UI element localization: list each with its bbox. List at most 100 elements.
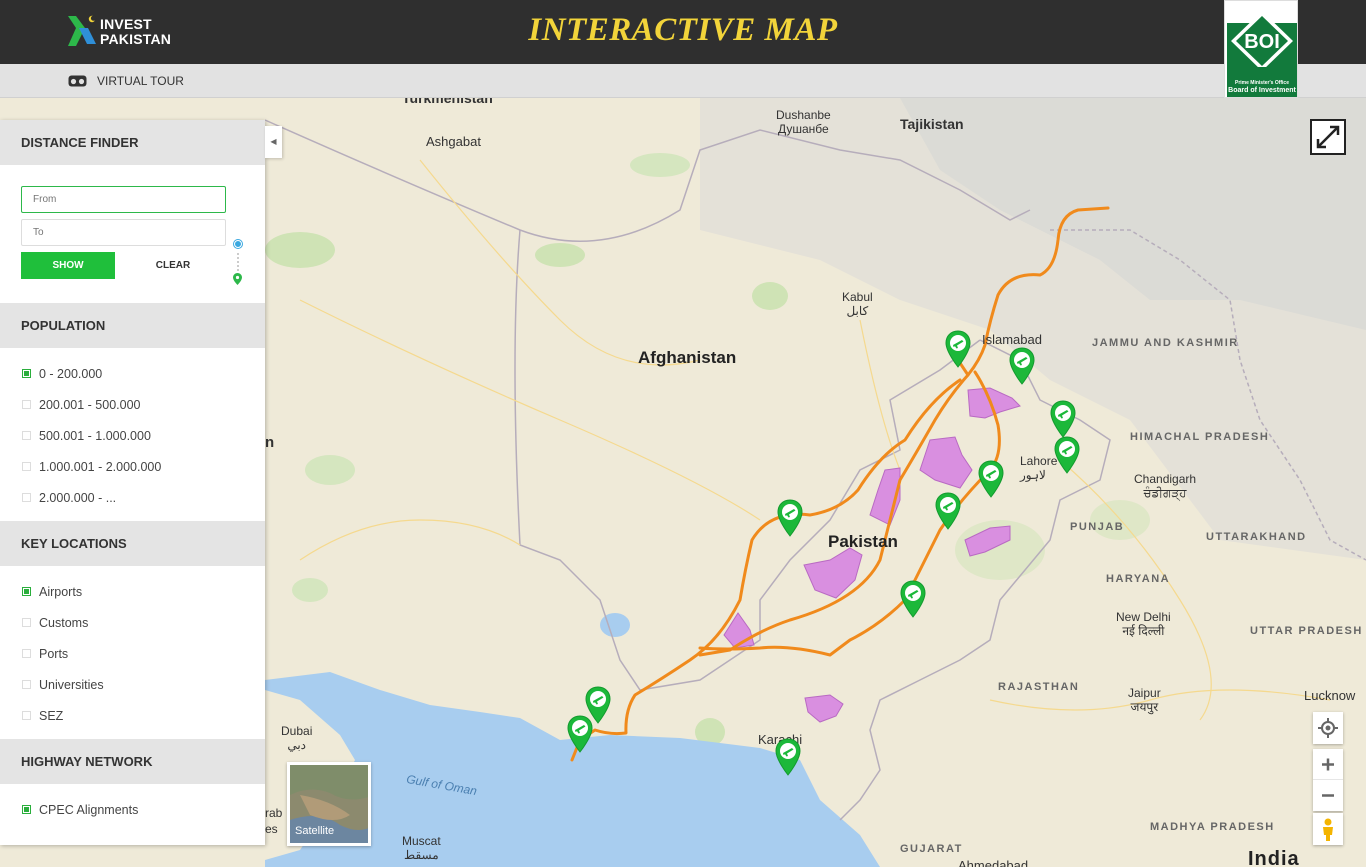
top-header: INVEST PAKISTAN INTERACTIVE MAP: [0, 0, 1366, 64]
zoom-in-button[interactable]: [1313, 749, 1343, 780]
key-location-option-label: Universities: [39, 677, 104, 692]
map-label-ahmedabad: Ahmedabad: [958, 858, 1029, 867]
map-label-lahore: Lahore لاہور: [1020, 454, 1058, 482]
airport-marker-icon[interactable]: [1050, 400, 1076, 438]
origin-dot-icon: [234, 240, 242, 248]
distance-finder-form: SHOW CLEAR: [0, 165, 265, 303]
virtual-tour-link[interactable]: VIRTUAL TOUR: [68, 74, 184, 88]
key-location-option[interactable]: SEZ: [0, 700, 265, 731]
key-location-option-label: SEZ: [39, 708, 64, 723]
from-input[interactable]: [21, 186, 226, 213]
map-label-es-partial: es: [265, 822, 278, 836]
checkbox[interactable]: [22, 711, 31, 720]
boi-subtitle-2: Board of Investment: [1228, 87, 1296, 94]
map-label-uttar-pradesh: UTTAR PRADESH: [1250, 625, 1363, 637]
map-label-afghanistan: Afghanistan: [638, 348, 737, 367]
satellite-toggle[interactable]: Satellite: [287, 762, 371, 846]
satellite-label: Satellite: [295, 825, 335, 837]
airport-marker-icon[interactable]: [978, 460, 1004, 498]
virtual-tour-label: VIRTUAL TOUR: [97, 74, 184, 88]
clear-button[interactable]: CLEAR: [143, 252, 203, 279]
map-label-pakistan: Pakistan: [828, 532, 898, 551]
checkbox[interactable]: [22, 649, 31, 658]
airport-marker-icon[interactable]: [567, 715, 593, 753]
map-label-ashgabat: Ashgabat: [426, 134, 481, 149]
map-label-new-delhi: New Delhi नई दिल्ली: [1116, 610, 1171, 638]
key-location-option[interactable]: Universities: [0, 669, 265, 700]
boi-logo[interactable]: BOI Prime Minister's Office Board of Inv…: [1224, 0, 1298, 98]
caret-left-icon: ◀: [270, 137, 277, 146]
checkbox[interactable]: [22, 462, 31, 471]
population-option[interactable]: 2.000.000 - ...: [0, 482, 265, 513]
airport-marker-icon[interactable]: [935, 492, 961, 530]
map-label-tajikistan: Tajikistan: [900, 116, 964, 132]
destination-pin-icon: [233, 272, 242, 290]
population-option-label: 0 - 200.000: [39, 366, 103, 381]
plus-icon: [1322, 758, 1334, 771]
map-label-muscat: Muscat مسقط: [402, 834, 441, 862]
my-location-button[interactable]: [1313, 712, 1343, 744]
pegman-icon: [1323, 818, 1333, 841]
show-button[interactable]: SHOW: [21, 252, 115, 279]
population-option-label: 500.001 - 1.000.000: [39, 428, 151, 443]
sub-navigation-bar: VIRTUAL TOUR: [0, 64, 1366, 98]
map-label-rajasthan: RAJASTHAN: [998, 681, 1080, 693]
map-label-india: India: [1248, 848, 1300, 867]
checkbox[interactable]: [22, 400, 31, 409]
map-label-jammu-kashmir: JAMMU AND KASHMIR: [1092, 337, 1239, 349]
key-location-option[interactable]: Airports: [0, 576, 265, 607]
key-location-option[interactable]: Ports: [0, 638, 265, 669]
boi-subtitle-1: Prime Minister's Office: [1235, 80, 1289, 86]
highway-network-option[interactable]: CPEC Alignments: [0, 794, 265, 825]
map-label-uttarakhand: UTTARAKHAND: [1206, 531, 1307, 543]
population-option[interactable]: 0 - 200.000: [0, 358, 265, 389]
key-locations-filter-list: Airports Customs Ports Universities SEZ: [0, 566, 265, 739]
map-label-chandigarh: Chandigarh ਚੰਡੀਗੜ੍ਹ: [1134, 472, 1197, 500]
checkbox[interactable]: [22, 587, 31, 596]
route-dots-icon: [237, 253, 239, 271]
street-view-pegman[interactable]: [1313, 813, 1343, 845]
map-label-kabul: Kabul کابل: [842, 290, 873, 318]
key-location-option[interactable]: Customs: [0, 607, 265, 638]
population-option-label: 1.000.001 - 2.000.000: [39, 459, 162, 474]
map-label-dubai: Dubai دبي: [281, 724, 313, 752]
population-heading: POPULATION: [0, 303, 265, 348]
map-label-himachal: HIMACHAL PRADESH: [1130, 431, 1270, 443]
distance-finder-heading: DISTANCE FINDER: [0, 120, 265, 165]
map-label-arab-partial: rab: [265, 806, 283, 820]
airport-marker-icon[interactable]: [945, 330, 971, 368]
airport-marker-icon[interactable]: [900, 580, 926, 618]
population-option[interactable]: 200.001 - 500.000: [0, 389, 265, 420]
map-label-gujarat: GUJARAT: [900, 843, 963, 855]
airport-marker-icon[interactable]: [1009, 347, 1035, 385]
checkbox[interactable]: [22, 618, 31, 627]
collapse-panel-button[interactable]: ◀: [265, 126, 282, 158]
population-filter-list: 0 - 200.000 200.001 - 500.000 500.001 - 1.…: [0, 348, 265, 521]
map-label-haryana: HARYANA: [1106, 573, 1171, 585]
key-location-option-label: Customs: [39, 615, 89, 630]
boi-diamond-icon: BOI: [1231, 11, 1293, 67]
highway-network-filter-list: CPEC Alignments: [0, 784, 265, 833]
page-title: INTERACTIVE MAP: [528, 12, 838, 48]
checkbox[interactable]: [22, 369, 31, 378]
key-locations-heading: KEY LOCATIONS: [0, 521, 265, 566]
checkbox[interactable]: [22, 493, 31, 502]
map-label-madhya-pradesh: MADHYA PRADESH: [1150, 821, 1275, 833]
map-label-islamabad: Islamabad: [982, 332, 1042, 347]
airport-marker-icon[interactable]: [1054, 436, 1080, 474]
checkbox[interactable]: [22, 680, 31, 689]
map-label-jaipur: Jaipur जयपुर: [1128, 686, 1161, 714]
zoom-out-button[interactable]: [1313, 780, 1343, 811]
population-option[interactable]: 500.001 - 1.000.000: [0, 420, 265, 451]
crosshair-icon: [1318, 718, 1338, 738]
airport-marker-icon[interactable]: [775, 738, 801, 776]
checkbox[interactable]: [22, 805, 31, 814]
airport-marker-icon[interactable]: [777, 499, 803, 537]
population-option[interactable]: 1.000.001 - 2.000.000: [0, 451, 265, 482]
fullscreen-button[interactable]: [1310, 119, 1346, 155]
checkbox[interactable]: [22, 431, 31, 440]
key-location-option-label: Ports: [39, 646, 69, 661]
map-label-turkmenistan: Turkmenistan: [402, 98, 493, 106]
zoom-controls: [1313, 749, 1343, 811]
to-input[interactable]: [21, 219, 226, 246]
